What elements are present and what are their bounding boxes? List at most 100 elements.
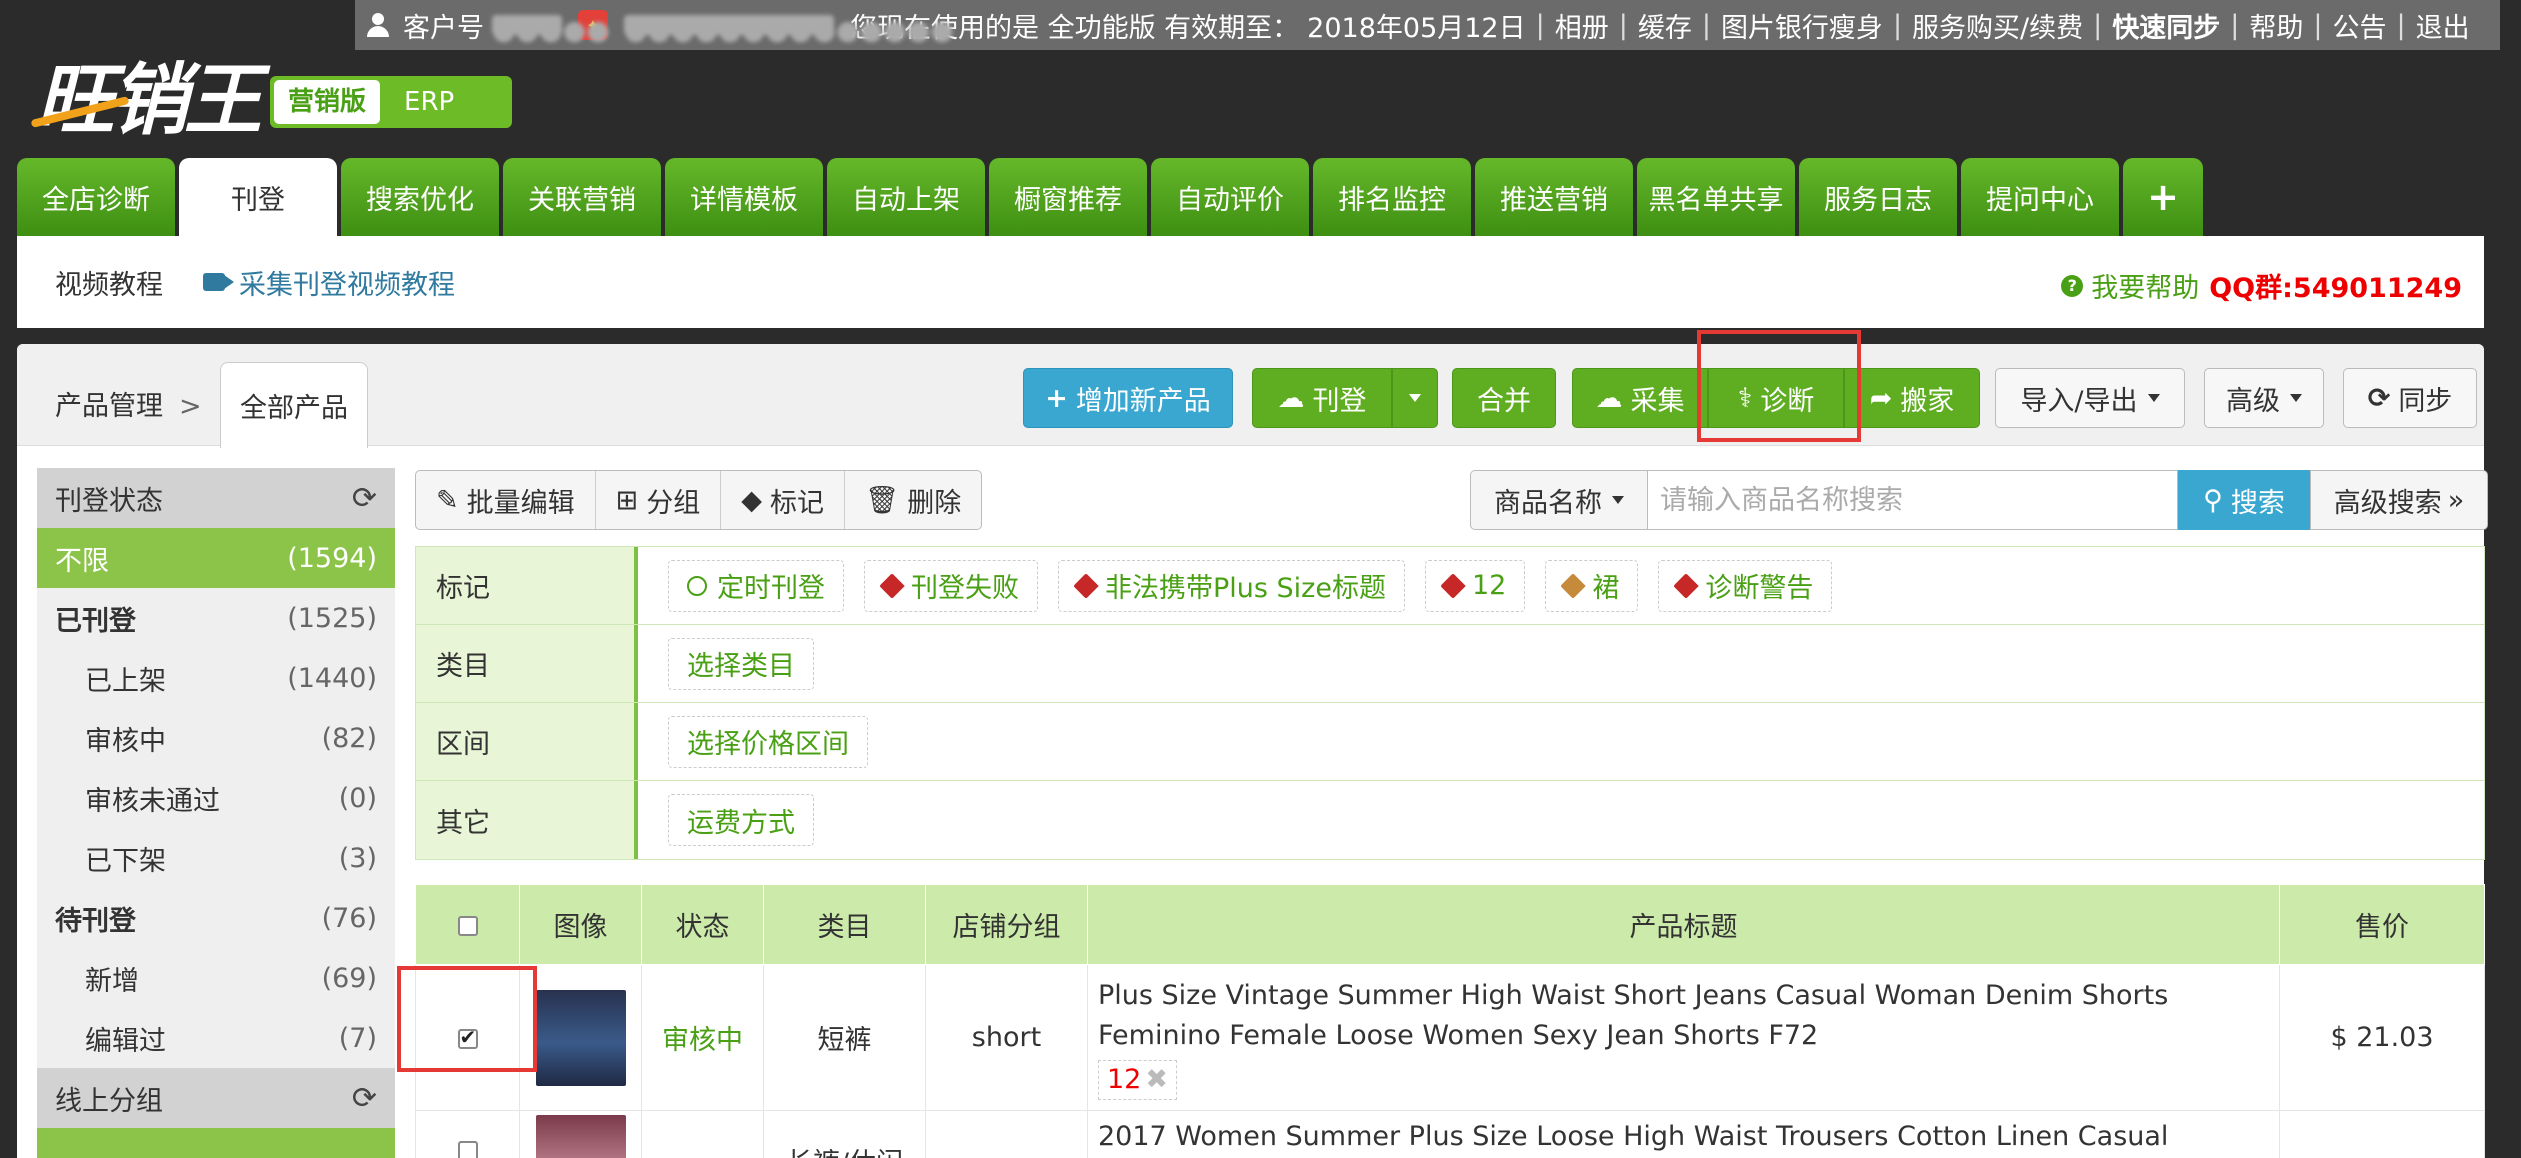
search-input[interactable] [1648, 470, 2178, 530]
tab-all-products[interactable]: 全部产品 [220, 362, 368, 448]
advanced-button[interactable]: 高级 [2204, 368, 2324, 428]
close-icon[interactable]: ✖ [1145, 1060, 1168, 1100]
help-link-text[interactable]: 我要帮助 [2091, 266, 2199, 305]
refresh-icon[interactable]: ⟳ [352, 481, 377, 516]
tab-search-optimize[interactable]: 搜索优化 [341, 158, 499, 236]
collect-video-link[interactable]: 采集刊登视频教程 [203, 263, 455, 302]
sidebar-item-new[interactable]: 新增 (69) [37, 948, 395, 1008]
album-link[interactable]: 相册 [1555, 6, 1609, 45]
breadcrumb-root[interactable]: 产品管理 [55, 391, 163, 422]
row-tag: 12 ✖ [1098, 1059, 1177, 1100]
tab-related-marketing[interactable]: 关联营销 [503, 158, 661, 236]
sidebar-item-reviewing[interactable]: 审核中 (82) [37, 708, 395, 768]
version-toggle: 营销版 ERP [270, 76, 512, 128]
purchase-link[interactable]: 服务购买/续费 [1912, 6, 2083, 45]
cache-link[interactable]: 缓存 [1638, 6, 1692, 45]
table-header-row: 图像 状态 类目 店铺分组 产品标题 售价 [415, 884, 2485, 965]
sidebar-item-all[interactable]: 不限 (1594) [37, 528, 395, 588]
merge-button[interactable]: 合并 [1452, 368, 1556, 428]
batch-edit-button[interactable]: ✎ 批量编辑 [416, 471, 596, 529]
quick-sync-link[interactable]: 快速同步 [2112, 6, 2220, 45]
sidebar-item-count: (0) [338, 782, 377, 814]
row-checkbox[interactable] [457, 1141, 478, 1158]
sidebar-item-rejected[interactable]: 审核未通过 (0) [37, 768, 395, 828]
image-bank-link[interactable]: 图片银行瘦身 [1721, 6, 1883, 45]
tab-push-marketing[interactable]: 推送营销 [1475, 158, 1633, 236]
mark-scheduled[interactable]: 定时刊登 [668, 559, 844, 612]
collect-video-text: 采集刊登视频教程 [239, 269, 455, 301]
plus-icon: + [1045, 382, 1068, 414]
group-label: 分组 [646, 487, 701, 519]
publish-button[interactable]: ☁ 刊登 [1252, 368, 1392, 428]
delete-button[interactable]: 🗑 删除 [845, 471, 981, 529]
logo-text-a: 旺 [36, 55, 114, 146]
search-field-select[interactable]: 商品名称 [1470, 470, 1648, 530]
sidebar-item-label: 已上架 [85, 665, 166, 697]
row-title-cell: 2017 Women Summer Plus Size Loose High W… [1087, 1110, 2280, 1158]
tab-detail-template[interactable]: 详情模板 [665, 158, 823, 236]
row-title[interactable]: Plus Size Vintage Summer High Waist Shor… [1098, 976, 2269, 1056]
cloud-upload-icon: ☁ [1277, 382, 1305, 414]
marketing-version-button[interactable]: 营销版 [274, 80, 381, 124]
select-all-checkbox[interactable] [457, 915, 478, 936]
sync-button[interactable]: ⟳ 同步 [2343, 368, 2477, 428]
search-button[interactable]: ⚲ 搜索 [2178, 470, 2310, 530]
shipping-method-button[interactable]: 运费方式 [668, 794, 814, 846]
col-shop-group: 店铺分组 [925, 884, 1088, 965]
user-icon [367, 13, 389, 37]
select-all-header [415, 884, 520, 965]
mark-12[interactable]: 12 [1424, 559, 1526, 612]
mark-diagnose-warning[interactable]: 诊断警告 [1658, 559, 1833, 612]
filter-row-mark: 标记 定时刊登 刊登失败 非法携带Plus Size标题 12 裙 诊断警告 [416, 547, 2484, 625]
sidebar-item-published[interactable]: 已刊登 (1525) [37, 588, 395, 648]
tab-service-log[interactable]: 服务日志 [1799, 158, 1957, 236]
tab-rank-monitor[interactable]: 排名监控 [1313, 158, 1471, 236]
tab-store-diagnosis[interactable]: 全店诊断 [17, 158, 175, 236]
move-button[interactable]: ➦ 搬家 [1844, 368, 1980, 428]
sidebar-item-edited[interactable]: 编辑过 (7) [37, 1008, 395, 1068]
video-tutorial-label[interactable]: 视频教程 [55, 263, 163, 302]
tab-window-recommend[interactable]: 橱窗推荐 [989, 158, 1147, 236]
product-thumbnail[interactable] [535, 989, 626, 1086]
mark-button[interactable]: ◆ 标记 [721, 471, 846, 529]
select-price-range-button[interactable]: 选择价格区间 [668, 715, 868, 768]
share-arrow-icon: ➦ [1869, 382, 1893, 414]
sidebar-item-off-shelf[interactable]: 已下架 (3) [37, 828, 395, 888]
shop-name: ●●●●●●●●●●●●●● [624, 15, 954, 46]
tab-publish[interactable]: 刊登 [179, 158, 337, 236]
sidebar-item-on-shelf[interactable]: 已上架 (1440) [37, 648, 395, 708]
add-product-button[interactable]: + 增加新产品 [1023, 368, 1233, 428]
select-category-button[interactable]: 选择类目 [668, 637, 814, 690]
tab-auto-listing[interactable]: 自动上架 [827, 158, 985, 236]
mark-publish-failed[interactable]: 刊登失败 [864, 559, 1038, 612]
product-thumbnail[interactable] [535, 1115, 626, 1158]
breadcrumb: 产品管理 > [55, 384, 218, 423]
help-link[interactable]: 帮助 [2249, 6, 2303, 45]
publish-dropdown-button[interactable] [1392, 368, 1438, 428]
tab-blacklist-share[interactable]: 黑名单共享 [1637, 158, 1795, 236]
status-sidebar-header: 刊登状态 ⟳ [37, 468, 395, 528]
mark-skirt[interactable]: 裙 [1545, 559, 1639, 612]
tab-auto-review[interactable]: 自动评价 [1151, 158, 1309, 236]
sidebar-item-pending[interactable]: 待刊登 (76) [37, 888, 395, 948]
advanced-search-button[interactable]: 高级搜索» [2310, 470, 2488, 530]
collect-button[interactable]: ☁ 采集 [1572, 368, 1708, 428]
tab-add-plus[interactable]: + [2123, 158, 2203, 236]
sidebar-item-label: 待刊登 [55, 905, 136, 937]
tab-question-center[interactable]: 提问中心 [1961, 158, 2119, 236]
logout-link[interactable]: 退出 [2416, 6, 2470, 45]
import-export-button[interactable]: 导入/导出 [1995, 368, 2185, 428]
mark-text: 诊断警告 [1705, 573, 1814, 604]
refresh-icon[interactable]: ⟳ [352, 1081, 377, 1116]
col-title: 产品标题 [1087, 884, 2280, 965]
group-button[interactable]: ⊞ 分组 [596, 471, 722, 529]
sidebar-group-item[interactable] [37, 1128, 395, 1158]
erp-version-button[interactable]: ERP [380, 87, 472, 117]
mark-illegal-plus-size[interactable]: 非法携带Plus Size标题 [1058, 559, 1405, 612]
search-label: 搜索 [2230, 487, 2285, 519]
row-title[interactable]: 2017 Women Summer Plus Size Loose High W… [1098, 1117, 2269, 1158]
col-category: 类目 [763, 884, 926, 965]
video-camera-icon [203, 273, 234, 291]
filter-label: 类目 [416, 625, 638, 702]
notice-link[interactable]: 公告 [2332, 6, 2386, 45]
